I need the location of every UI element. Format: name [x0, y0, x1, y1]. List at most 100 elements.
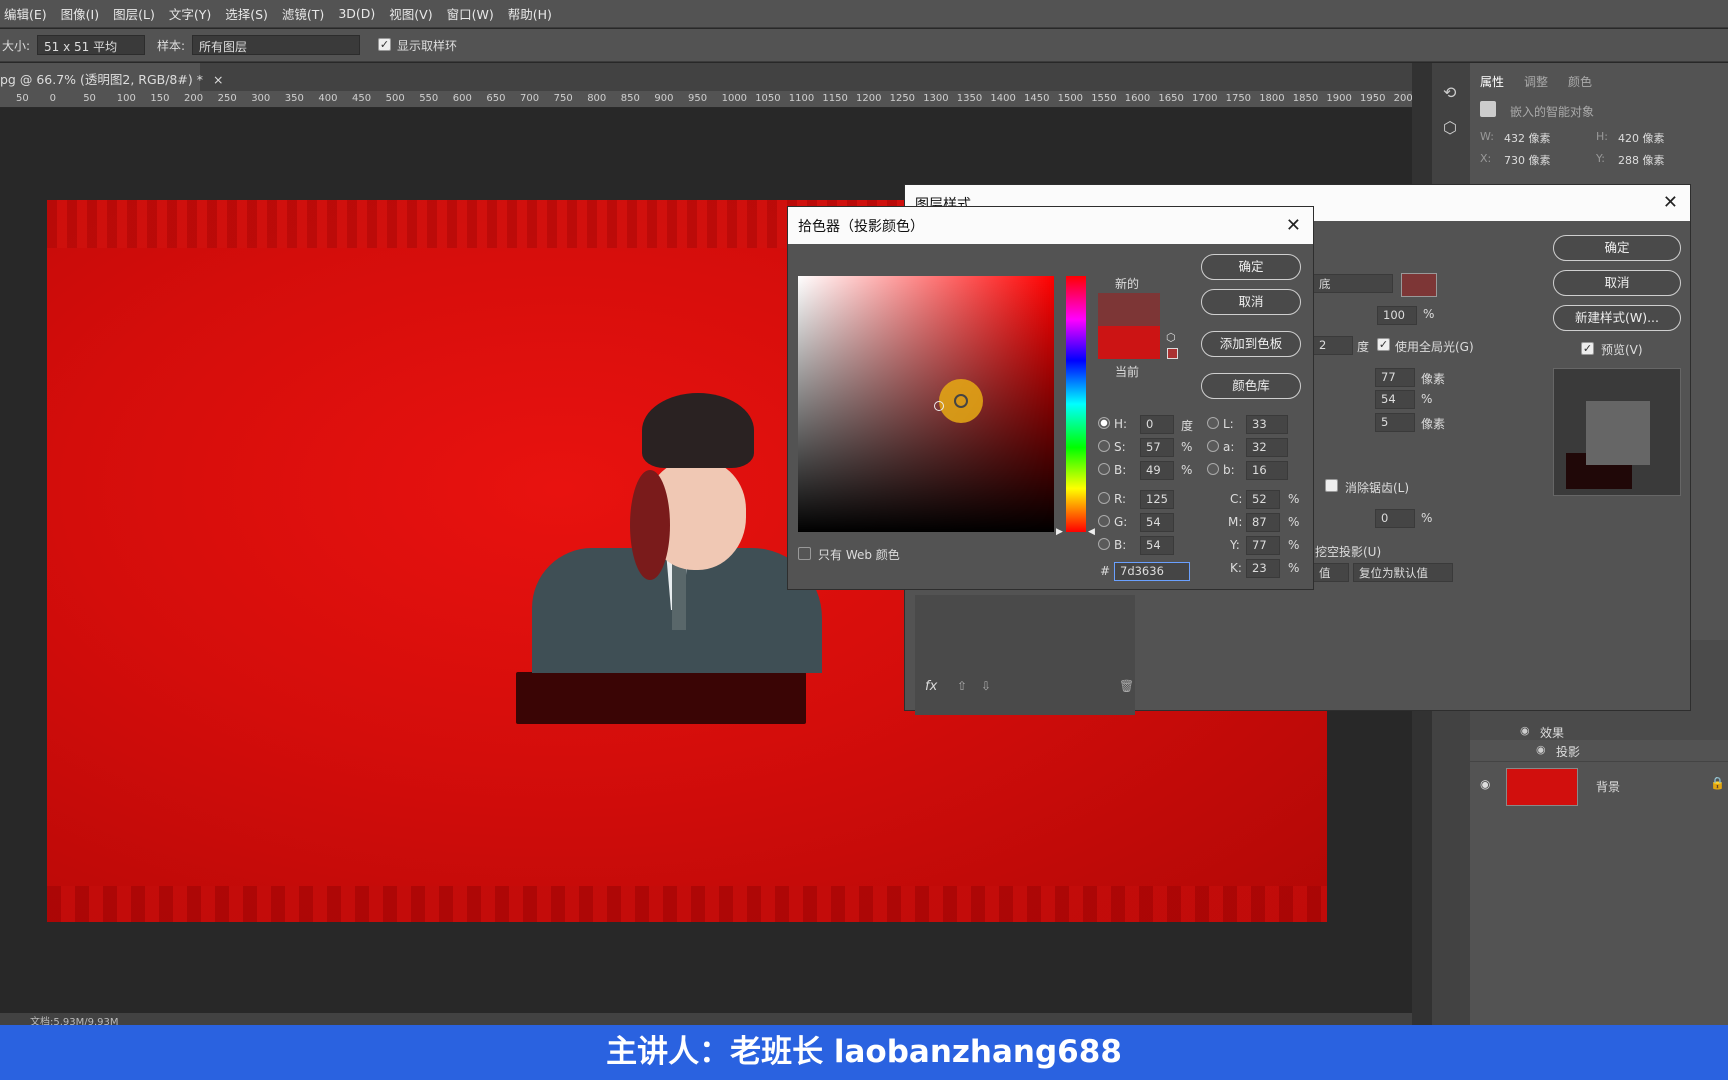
menu-type[interactable]: 文字(Y)	[169, 4, 211, 23]
menu-select[interactable]: 选择(S)	[225, 4, 268, 23]
width-value[interactable]: 432 像素	[1504, 130, 1551, 146]
trash-icon[interactable]: 🗑	[1119, 679, 1134, 693]
color-libraries-button[interactable]: 颜色库	[1201, 373, 1301, 399]
b-label: B:	[1114, 463, 1127, 477]
x-value[interactable]: 730 像素	[1504, 152, 1551, 168]
menu-help[interactable]: 帮助(H)	[508, 4, 552, 23]
blue-field[interactable]: 54	[1140, 536, 1174, 555]
menu-window[interactable]: 窗口(W)	[447, 4, 494, 23]
m-field[interactable]: 87	[1246, 513, 1280, 532]
size-select[interactable]: 51 x 51 平均	[37, 35, 145, 55]
lab-b-radio[interactable]	[1207, 463, 1219, 475]
new-style-button[interactable]: 新建样式(W)...	[1553, 305, 1681, 331]
add-to-swatches-button[interactable]: 添加到色板	[1201, 331, 1301, 357]
preview-checkbox[interactable]: ✓	[1581, 342, 1594, 355]
s-label: S:	[1114, 440, 1126, 454]
arrow-down-icon[interactable]: ⇩	[981, 679, 991, 693]
ok-button[interactable]: 确定	[1201, 254, 1301, 280]
shadow-color-swatch[interactable]	[1401, 273, 1437, 297]
reset-default-button[interactable]: 复位为默认值	[1353, 563, 1453, 582]
l-radio[interactable]	[1207, 417, 1219, 429]
eye-icon[interactable]: ◉	[1520, 724, 1530, 737]
menu-view[interactable]: 视图(V)	[389, 4, 432, 23]
bottom-wave-border	[47, 886, 1327, 922]
menu-layer[interactable]: 图层(L)	[113, 4, 155, 23]
hex-field[interactable]: 7d3636	[1114, 562, 1190, 581]
eye-icon[interactable]: ◉	[1536, 743, 1546, 756]
ok-button[interactable]: 确定	[1553, 235, 1681, 261]
r-radio[interactable]	[1098, 492, 1110, 504]
noise-field[interactable]: 0	[1375, 509, 1415, 528]
pct-label: %	[1181, 440, 1193, 454]
size-field[interactable]: 5	[1375, 413, 1415, 432]
a-radio[interactable]	[1207, 440, 1219, 452]
menu-3d[interactable]: 3D(D)	[338, 6, 375, 21]
k-field[interactable]: 23	[1246, 559, 1280, 578]
s-radio[interactable]	[1098, 440, 1110, 452]
close-icon[interactable]: ✕	[1663, 192, 1678, 213]
y-field[interactable]: 77	[1246, 536, 1280, 555]
blue-radio[interactable]	[1098, 538, 1110, 550]
g-radio[interactable]	[1098, 515, 1110, 527]
menu-edit[interactable]: 编辑(E)	[4, 4, 47, 23]
sample-select[interactable]: 所有图层	[192, 35, 360, 55]
a-field[interactable]: 32	[1246, 438, 1288, 457]
hue-slider-arrow-left[interactable]: ▶	[1056, 527, 1063, 537]
ruler-tick-label: 1400	[990, 93, 1016, 104]
b-radio[interactable]	[1098, 463, 1110, 475]
color-selector-ring[interactable]	[934, 401, 944, 411]
show-ring-checkbox[interactable]: ✓	[378, 38, 391, 51]
set-default-button[interactable]: 值	[1313, 563, 1349, 582]
current-color-swatch[interactable]	[1098, 326, 1160, 359]
h-radio[interactable]	[1098, 417, 1110, 429]
eye-icon[interactable]: ◉	[1480, 777, 1490, 791]
hue-slider-arrow-right[interactable]: ◀	[1088, 527, 1095, 537]
b-field[interactable]: 49	[1140, 461, 1174, 480]
menu-filter[interactable]: 滤镜(T)	[282, 4, 324, 23]
smart-object-icon	[1480, 101, 1496, 117]
lab-b-field[interactable]: 16	[1246, 461, 1288, 480]
cancel-button[interactable]: 取消	[1201, 289, 1301, 315]
g-field[interactable]: 54	[1140, 513, 1174, 532]
history-icon[interactable]: ⟲	[1443, 83, 1456, 102]
l-field[interactable]: 33	[1246, 415, 1288, 434]
web-safe-swatch-icon[interactable]	[1167, 348, 1178, 359]
l-label: L:	[1223, 417, 1234, 431]
tab-properties[interactable]: 属性	[1480, 73, 1504, 90]
anti-alias-checkbox[interactable]	[1325, 479, 1338, 492]
cancel-button[interactable]: 取消	[1553, 270, 1681, 296]
preview-square	[1586, 401, 1650, 465]
height-value[interactable]: 420 像素	[1618, 130, 1665, 146]
distance-field[interactable]: 77	[1375, 368, 1415, 387]
close-tab-icon[interactable]: ×	[213, 72, 223, 87]
px-label: 像素	[1421, 417, 1446, 431]
y-value[interactable]: 288 像素	[1618, 152, 1665, 168]
r-field[interactable]: 125	[1140, 490, 1174, 509]
s-field[interactable]: 57	[1140, 438, 1174, 457]
ruler-tick-label: 1200	[856, 93, 882, 104]
tab-color[interactable]: 颜色	[1568, 73, 1592, 90]
layer-drop-shadow-label[interactable]: 投影	[1556, 743, 1580, 760]
saturation-brightness-field[interactable]	[798, 276, 1054, 532]
layer-thumbnail	[1506, 768, 1578, 806]
opacity-field[interactable]: 100	[1377, 306, 1417, 325]
c-field[interactable]: 52	[1246, 490, 1280, 509]
blend-mode-select[interactable]: 底	[1313, 274, 1393, 293]
menu-image[interactable]: 图像(I)	[61, 4, 99, 23]
hue-slider[interactable]	[1066, 276, 1086, 532]
m-label: M:	[1228, 515, 1243, 529]
document-tab[interactable]: pg @ 66.7% (透明图2, RGB/8#) * ×	[0, 63, 223, 91]
3d-cube-icon[interactable]: ⬡	[1443, 118, 1457, 137]
fx-icon[interactable]: fx	[925, 679, 937, 694]
layer-row-background[interactable]: ◉ 背景 🔒	[1470, 761, 1728, 809]
spread-field[interactable]: 54	[1375, 390, 1415, 409]
global-light-checkbox[interactable]: ✓	[1377, 338, 1390, 351]
h-field[interactable]: 0	[1140, 415, 1174, 434]
arrow-up-icon[interactable]: ⇧	[957, 679, 967, 693]
knockout-label[interactable]: 挖空投影(U)	[1315, 543, 1381, 560]
angle-field[interactable]: 2	[1313, 336, 1353, 355]
web-safe-cube-icon[interactable]: ⬡	[1166, 331, 1176, 344]
web-only-checkbox[interactable]	[798, 547, 811, 560]
tab-adjustments[interactable]: 调整	[1524, 73, 1548, 90]
close-icon[interactable]: ✕	[1286, 215, 1301, 236]
